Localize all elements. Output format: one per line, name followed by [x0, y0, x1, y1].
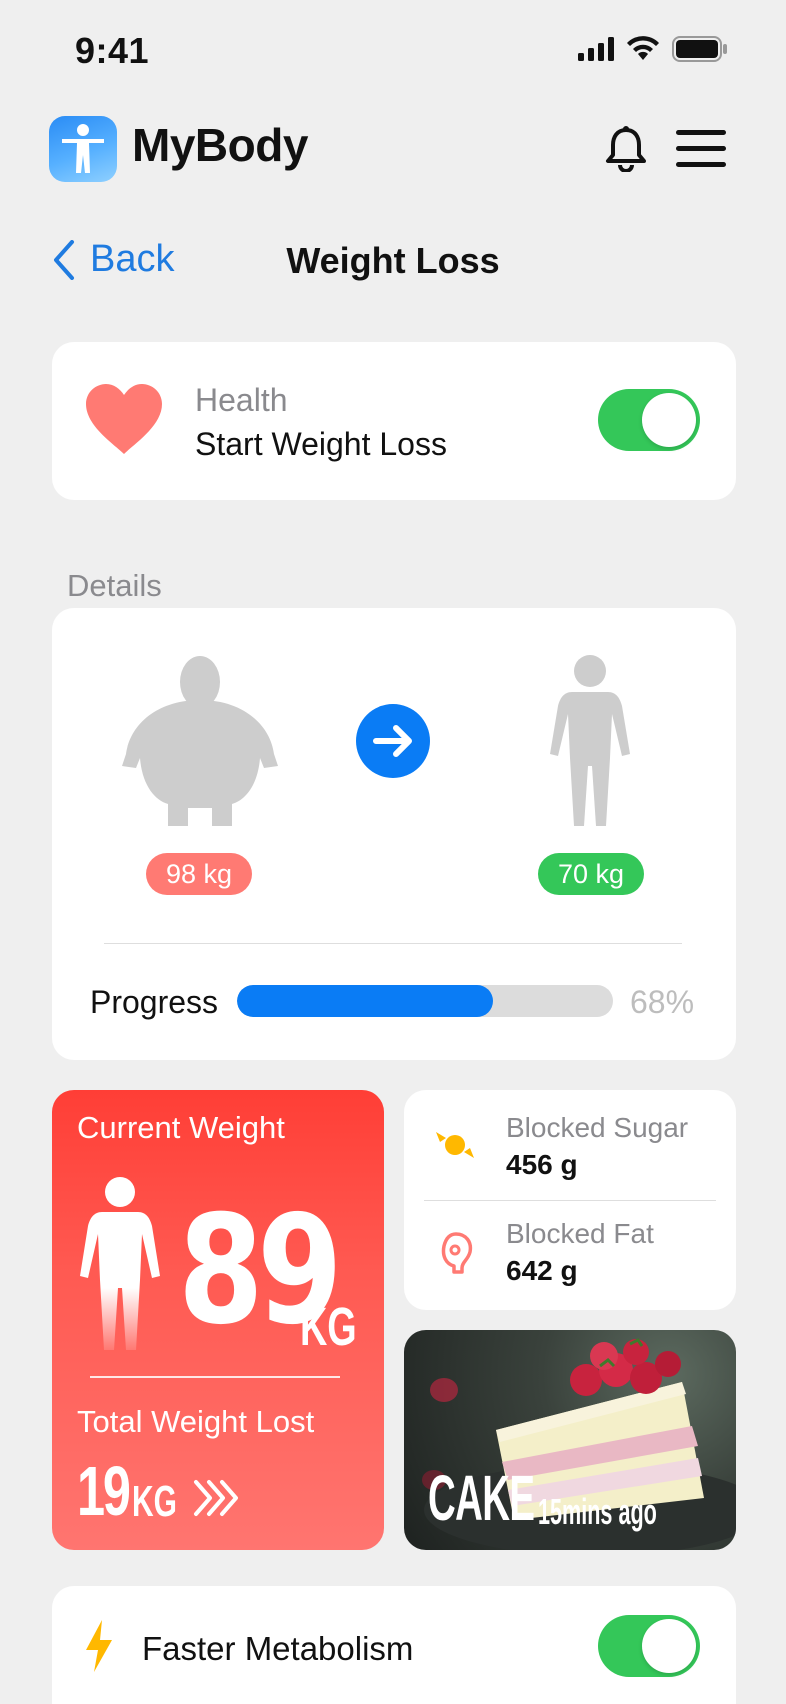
signal-icon	[578, 37, 614, 61]
total-weight-lost-label: Total Weight Lost	[77, 1404, 315, 1439]
progress-bar	[237, 985, 613, 1017]
status-time: 9:41	[75, 30, 150, 71]
back-label: Back	[90, 238, 175, 280]
wifi-icon	[627, 36, 659, 60]
app-logo[interactable]	[49, 116, 117, 182]
person-figure-icon	[62, 124, 104, 173]
weight-lost-value: 19	[77, 1452, 131, 1530]
details-section-label: Details	[67, 568, 162, 603]
menu-icon	[676, 130, 726, 135]
details-divider	[104, 943, 682, 944]
back-button[interactable]: Back	[52, 238, 174, 281]
current-weight-label: Current Weight	[77, 1110, 285, 1145]
progress-percent: 68%	[630, 984, 695, 1020]
notifications-button[interactable]	[604, 126, 648, 177]
menu-button[interactable]	[676, 130, 726, 178]
progress-fill	[237, 985, 493, 1017]
food-time: 15mins ago	[538, 1491, 657, 1532]
heavy-body-figure-icon	[122, 656, 278, 826]
app-name: MyBody	[132, 119, 308, 171]
candy-icon	[436, 1132, 474, 1158]
lightning-icon	[86, 1620, 112, 1672]
weight-loss-toggle[interactable]	[598, 389, 700, 451]
target-weight-badge: 70 kg	[538, 853, 644, 895]
food-title: CAKE	[428, 1462, 535, 1534]
slim-body-figure-icon	[550, 655, 630, 826]
progress-label: Progress	[90, 984, 219, 1020]
blocked-sugar-value: 456 g	[506, 1149, 578, 1180]
triple-chevron-right-icon[interactable]	[192, 1478, 240, 1518]
person-gradient-icon	[80, 1177, 160, 1350]
status-icons	[578, 36, 728, 62]
heart-icon	[86, 384, 162, 454]
battery-icon	[672, 36, 727, 62]
bell-icon	[606, 126, 646, 173]
metabolism-toggle[interactable]	[598, 1615, 700, 1677]
current-weight-unit: KG	[300, 1297, 357, 1357]
faster-metabolism-label: Faster Metabolism	[142, 1630, 414, 1667]
start-weight-loss-label: Start Weight Loss	[195, 426, 447, 462]
blocked-divider	[424, 1200, 716, 1201]
chevron-left-icon	[54, 239, 74, 280]
start-weight-badge: 98 kg	[146, 853, 252, 895]
arrow-right-icon	[356, 704, 430, 778]
blocked-sugar-label: Blocked Sugar	[506, 1112, 689, 1143]
health-category: Health	[195, 382, 288, 418]
blocked-fat-label: Blocked Fat	[506, 1218, 654, 1249]
weight-lost-unit: KG	[132, 1477, 177, 1526]
blocked-fat-value: 642 g	[506, 1255, 578, 1286]
weight-card-divider	[90, 1376, 340, 1378]
meat-icon	[441, 1232, 473, 1274]
